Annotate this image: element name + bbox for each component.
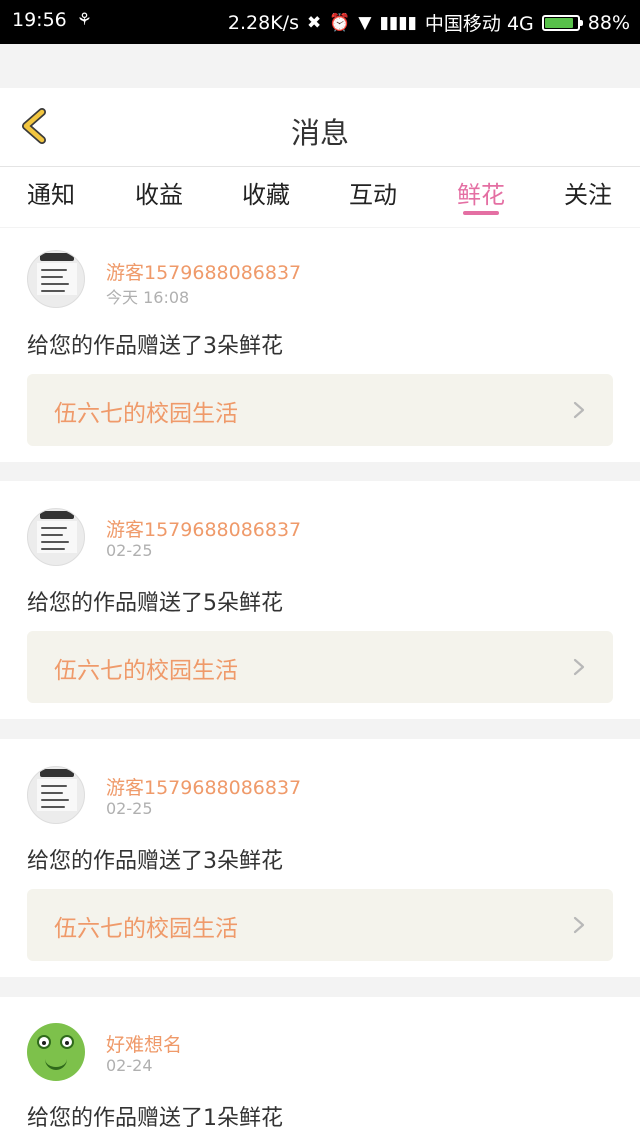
username[interactable]: 好难想名 — [106, 1030, 182, 1057]
wifi-icon: ▼ — [358, 12, 372, 33]
work-title: 伍六七的校园生活 — [54, 916, 238, 942]
chevron-right-icon — [573, 916, 585, 934]
work-link[interactable]: 伍六七的校园生活 — [27, 631, 613, 703]
notification-card: 好难想名 02-24 给您的作品赠送了1朵鲜花 — [0, 997, 640, 1138]
page-title: 消息 — [290, 116, 349, 150]
signal-icon: ▮▮▮▮ — [379, 12, 417, 33]
timestamp: 02-24 — [106, 1056, 153, 1075]
tab-notice[interactable]: 通知 — [6, 175, 96, 210]
battery-icon — [541, 14, 583, 31]
tab-favorites[interactable]: 收藏 — [221, 175, 311, 210]
network-speed: 2.28K/s — [227, 11, 299, 34]
carrier-label: 中国移动 4G — [424, 13, 534, 35]
timestamp: 今天 16:08 — [106, 288, 190, 307]
chevron-right-icon — [573, 658, 585, 676]
top-spacer — [0, 44, 640, 88]
message-tabs: 通知 收益 收藏 互动 鲜花 关注 — [0, 167, 640, 227]
usb-icon: ⚘ — [76, 10, 93, 30]
mute-icon: ✖ — [306, 12, 322, 33]
tab-flowers[interactable]: 鲜花 — [436, 175, 526, 210]
work-link[interactable]: 伍六七的校园生活 — [27, 889, 613, 961]
tab-follow[interactable]: 关注 — [543, 175, 633, 210]
avatar[interactable] — [27, 508, 85, 566]
notification-message: 给您的作品赠送了5朵鲜花 — [27, 591, 283, 616]
notification-card: 游客1579688086837 02-25 给您的作品赠送了3朵鲜花 伍六七的校… — [0, 739, 640, 977]
battery-percent: 88% — [587, 11, 630, 34]
notification-message: 给您的作品赠送了3朵鲜花 — [27, 849, 283, 874]
work-title: 伍六七的校园生活 — [54, 401, 238, 427]
username[interactable]: 游客1579688086837 — [106, 515, 301, 542]
page-header: 消息 — [0, 88, 640, 167]
notification-message: 给您的作品赠送了3朵鲜花 — [27, 334, 283, 359]
avatar[interactable] — [27, 250, 85, 308]
status-bar: 19:56 ⚘ 2.28K/s ✖ ⏰ ▼ ▮▮▮▮ 中国移动 4G 88% — [0, 0, 640, 44]
timestamp: 02-25 — [106, 541, 153, 560]
notification-message: 给您的作品赠送了1朵鲜花 — [27, 1106, 283, 1131]
battery-fill — [544, 17, 573, 28]
notification-card: 游客1579688086837 今天 16:08 给您的作品赠送了3朵鲜花 伍六… — [0, 228, 640, 462]
alarm-icon: ⏰ — [329, 12, 351, 33]
status-time: 19:56 — [12, 9, 67, 31]
chevron-right-icon — [573, 401, 585, 419]
avatar[interactable] — [27, 1023, 85, 1081]
tab-earnings[interactable]: 收益 — [114, 175, 204, 210]
username[interactable]: 游客1579688086837 — [106, 773, 301, 800]
work-title: 伍六七的校园生活 — [54, 658, 238, 684]
username[interactable]: 游客1579688086837 — [106, 258, 301, 285]
avatar[interactable] — [27, 766, 85, 824]
notification-card: 游客1579688086837 02-25 给您的作品赠送了5朵鲜花 伍六七的校… — [0, 481, 640, 719]
work-link[interactable]: 伍六七的校园生活 — [27, 374, 613, 446]
tab-interaction[interactable]: 互动 — [328, 175, 418, 210]
active-tab-indicator — [463, 211, 499, 215]
timestamp: 02-25 — [106, 799, 153, 818]
